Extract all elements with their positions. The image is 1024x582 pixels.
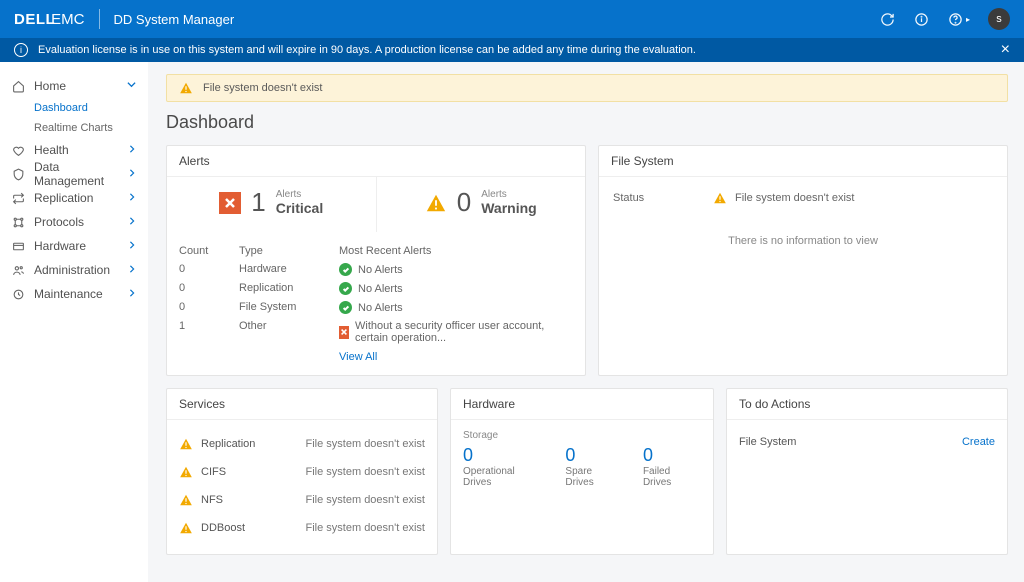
sidebar-item-health[interactable]: Health — [0, 138, 148, 162]
close-icon[interactable]: × — [1001, 42, 1010, 58]
alert-banner-text: File system doesn't exist — [203, 82, 322, 94]
home-icon — [10, 80, 26, 93]
chevron-right-icon — [128, 265, 136, 276]
help-menu[interactable]: ▸ — [948, 11, 970, 27]
alerts-critical[interactable]: 1 Alerts Critical — [167, 177, 376, 232]
data-management-icon — [10, 168, 26, 181]
drive-spare[interactable]: 0 Spare Drives — [565, 445, 623, 488]
topbar-actions: ▸ s — [880, 8, 1010, 30]
todo-card: To do Actions File System Create — [726, 388, 1008, 555]
notice-text: Evaluation license is in use on this sys… — [38, 44, 696, 56]
todo-title: To do Actions — [727, 389, 1007, 420]
service-row: CIFS File system doesn't exist — [179, 458, 425, 486]
sidebar-item-data-management[interactable]: Data Management — [0, 162, 148, 186]
page-title: Dashboard — [166, 112, 1008, 133]
warning-icon — [179, 437, 193, 451]
sidebar-sub-dashboard[interactable]: Dashboard — [0, 98, 148, 118]
info-icon: i — [14, 43, 28, 57]
service-row: Replication File system doesn't exist — [179, 430, 425, 458]
filesystem-noinfo: There is no information to view — [613, 205, 993, 247]
ok-icon — [339, 282, 352, 295]
brand-logo: DELLEMC — [14, 11, 85, 28]
sidebar-item-maintenance[interactable]: Maintenance — [0, 282, 148, 306]
warning-icon — [425, 192, 447, 214]
sidebar-item-replication[interactable]: Replication — [0, 186, 148, 210]
drive-operational[interactable]: 0 Operational Drives — [463, 445, 545, 488]
warning-icon — [179, 465, 193, 479]
protocols-icon — [10, 216, 26, 229]
alerts-table: Count Type Most Recent Alerts 0 Hardware… — [179, 242, 573, 347]
services-card: Services Replication File system doesn't… — [166, 388, 438, 555]
hardware-card: Hardware Storage 0 Operational Drives 0 … — [450, 388, 714, 555]
license-notice: i Evaluation license is in use on this s… — [0, 38, 1024, 62]
chevron-right-icon — [128, 169, 136, 180]
chevron-right-icon — [128, 145, 136, 156]
alerts-warning[interactable]: 0 Alerts Warning — [376, 177, 586, 232]
filesystem-card: File System Status File system doesn't e… — [598, 145, 1008, 376]
help-icon — [948, 11, 964, 27]
hardware-icon — [10, 240, 26, 253]
warning-icon — [179, 521, 193, 535]
table-row: 0 Hardware No Alerts — [179, 260, 573, 279]
table-row: 0 Replication No Alerts — [179, 279, 573, 298]
user-avatar[interactable]: s — [988, 8, 1010, 30]
warning-icon — [179, 493, 193, 507]
health-icon — [10, 144, 26, 157]
chevron-down-icon — [127, 80, 136, 92]
chevron-down-icon: ▸ — [966, 15, 970, 24]
service-row: NFS File system doesn't exist — [179, 486, 425, 514]
administration-icon — [10, 264, 26, 277]
filesystem-title: File System — [599, 146, 1007, 177]
table-row: 0 File System No Alerts — [179, 298, 573, 317]
sidebar-item-protocols[interactable]: Protocols — [0, 210, 148, 234]
refresh-icon[interactable] — [880, 11, 896, 27]
sidebar-item-home[interactable]: Home — [0, 74, 148, 98]
main-content: File system doesn't exist Dashboard Aler… — [148, 62, 1024, 582]
table-row: 1 Other Without a security officer user … — [179, 317, 573, 347]
sidebar-sub-realtime-charts[interactable]: Realtime Charts — [0, 118, 148, 138]
sidebar-item-administration[interactable]: Administration — [0, 258, 148, 282]
critical-icon — [219, 192, 241, 214]
ok-icon — [339, 263, 352, 276]
brand-divider — [99, 9, 100, 29]
alert-banner: File system doesn't exist — [166, 74, 1008, 102]
top-bar: DELLEMC DD System Manager ▸ s — [0, 0, 1024, 38]
brand: DELLEMC DD System Manager — [14, 9, 234, 29]
ok-icon — [339, 301, 352, 314]
sidebar: Home Dashboard Realtime Charts Health Da… — [0, 62, 148, 582]
maintenance-icon — [10, 288, 26, 301]
info-icon[interactable] — [914, 11, 930, 27]
service-row: DDBoost File system doesn't exist — [179, 514, 425, 542]
chevron-right-icon — [128, 193, 136, 204]
storage-label: Storage — [463, 430, 701, 441]
critical-icon — [339, 326, 349, 339]
drive-failed[interactable]: 0 Failed Drives — [643, 445, 701, 488]
chevron-right-icon — [128, 217, 136, 228]
sidebar-item-hardware[interactable]: Hardware — [0, 234, 148, 258]
todo-row: File System Create — [739, 430, 995, 454]
alerts-card: Alerts 1 Alerts Critical — [166, 145, 586, 376]
view-all-link[interactable]: View All — [339, 351, 377, 363]
alerts-title: Alerts — [167, 146, 585, 177]
filesystem-status: Status File system doesn't exist — [613, 191, 993, 205]
services-title: Services — [167, 389, 437, 420]
replication-icon — [10, 192, 26, 205]
app-name: DD System Manager — [114, 12, 235, 27]
chevron-right-icon — [128, 289, 136, 300]
warning-icon — [179, 81, 193, 95]
hardware-title: Hardware — [451, 389, 713, 420]
create-link[interactable]: Create — [962, 436, 995, 448]
chevron-right-icon — [128, 241, 136, 252]
warning-icon — [713, 191, 727, 205]
